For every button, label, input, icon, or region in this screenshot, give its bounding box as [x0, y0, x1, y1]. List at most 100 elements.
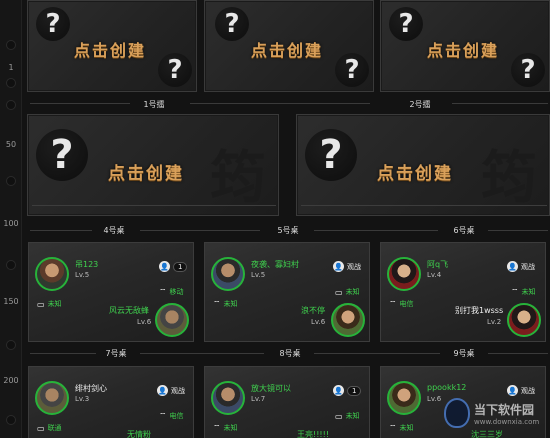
player-name: 王亮!!!!! — [297, 430, 330, 438]
game-table[interactable]: 阿q飞 Lv.4 👤 观战 ⌔ 电信 ⌔ 未知 别打我1wsss Lv.2 — [380, 242, 546, 342]
network-label: 未知 — [47, 300, 62, 308]
ruler-dot — [6, 176, 16, 186]
divider — [314, 230, 438, 231]
game-table[interactable]: 绯村剑心 Lv.3 👤 观战 ▭ 联通 ⌔ 电信 无情粉 — [28, 366, 194, 438]
player-level: Lv.5 — [251, 271, 266, 279]
spectator-count: 1 — [347, 385, 362, 396]
wifi-icon: ⌔ — [213, 299, 221, 308]
table-name: 7号桌 — [105, 349, 127, 358]
create-table-slot[interactable]: ? 点击创建 ? — [380, 0, 550, 92]
monitor-icon: ▭ — [37, 299, 45, 309]
divider — [488, 353, 548, 354]
question-icon: ? — [511, 53, 545, 87]
watermark-url: www.downxia.com — [474, 417, 540, 426]
divider — [30, 103, 130, 104]
question-icon: ? — [335, 53, 369, 87]
network-status: ▭ 未知 — [37, 299, 62, 309]
question-icon: ? — [36, 7, 70, 41]
ruler-label: 100 — [3, 219, 19, 228]
player-avatar[interactable] — [387, 381, 421, 415]
game-table[interactable]: 吊123 Lv.5 👤 1 ▭ 未知 ⌔ 移动 风云无敌蜂 Lv.6 — [28, 242, 194, 342]
wifi-icon: ⌔ — [159, 411, 167, 420]
player-avatar[interactable] — [155, 303, 189, 337]
player-level: Lv.6 — [137, 318, 152, 326]
player-avatar[interactable] — [387, 257, 421, 291]
player-avatar[interactable] — [507, 303, 541, 337]
divider — [30, 230, 92, 231]
game-table[interactable]: 放大镜可以 Lv.7 👤 1 ⌔ 未知 ▭ 未知 王亮!!!!! — [204, 366, 370, 438]
player-name: 沈三三岁 — [471, 430, 503, 438]
question-icon: ? — [158, 53, 192, 87]
table-name: 5号桌 — [277, 226, 299, 235]
player-avatar[interactable] — [35, 257, 69, 291]
spectate-label: 观战 — [521, 386, 535, 395]
network-label: 未知 — [223, 300, 238, 308]
player-level: Lv.4 — [427, 271, 442, 279]
ruler-label: 1 — [8, 63, 14, 72]
player-avatar[interactable] — [211, 257, 245, 291]
player-name: 浪不停 — [301, 306, 325, 315]
shield-logo-icon — [444, 398, 470, 428]
ruler-label: 200 — [3, 376, 19, 385]
player-avatar[interactable] — [211, 381, 245, 415]
network-status: ⌔ 电信 — [389, 299, 414, 309]
watermark-glyph: 筠 — [210, 145, 266, 211]
player-name: 绯村剑心 — [75, 384, 107, 393]
player-level: Lv.5 — [75, 271, 90, 279]
question-icon: ? — [36, 129, 88, 181]
network-status: ▭ 联通 — [37, 423, 62, 433]
spectate-label: 观战 — [171, 386, 185, 395]
network-label: 电信 — [399, 300, 414, 308]
divider — [301, 205, 547, 206]
table-name: 2号擂 — [409, 100, 431, 109]
spectate-badge[interactable]: 👤 观战 — [507, 384, 535, 397]
network-label: 移动 — [169, 288, 184, 296]
wifi-icon: ⌔ — [389, 299, 397, 308]
spectate-badge[interactable]: 👤 观战 — [333, 260, 361, 273]
ruler-label: 50 — [5, 140, 17, 149]
table-name: 8号桌 — [279, 349, 301, 358]
create-table-slot[interactable]: ? 点击创建 筠 — [296, 114, 550, 216]
player-name: 别打我1wsss — [455, 306, 504, 315]
network-status: ⌔ 未知 — [511, 287, 536, 297]
player-avatar[interactable] — [331, 303, 365, 337]
wifi-icon: ⌔ — [511, 287, 519, 296]
create-table-slot[interactable]: ? 点击创建 ? — [27, 0, 197, 92]
player-name: 无情粉 — [127, 430, 151, 438]
create-table-slot[interactable]: ? 点击创建 筠 — [27, 114, 279, 216]
spectate-badge[interactable]: 👤 观战 — [507, 260, 535, 273]
ruler-dot — [6, 260, 16, 270]
row-ruler: 1 50 100 150 200 — [0, 0, 22, 438]
player-level: Lv.7 — [251, 395, 266, 403]
player-name: ppookk12 — [427, 383, 467, 392]
monitor-icon: ▭ — [335, 411, 343, 421]
network-label: 电信 — [169, 412, 184, 420]
watermark-glyph: 筠 — [481, 145, 537, 211]
divider — [452, 103, 548, 104]
divider — [140, 230, 260, 231]
network-status: ⌔ 电信 — [159, 411, 184, 421]
question-icon: ? — [389, 7, 423, 41]
wifi-icon: ⌔ — [159, 287, 167, 296]
spectate-badge[interactable]: 👤 1 — [159, 260, 188, 273]
network-label: 未知 — [399, 424, 414, 432]
player-name: 放大镜可以 — [251, 384, 291, 393]
create-table-slot[interactable]: ? 点击创建 ? — [204, 0, 374, 92]
create-label: 点击创建 — [108, 164, 184, 184]
spectate-badge[interactable]: 👤 1 — [333, 384, 362, 397]
spectate-badge[interactable]: 👤 观战 — [157, 384, 185, 397]
ruler-label: 150 — [3, 297, 19, 306]
player-name: 阿q飞 — [427, 260, 449, 269]
watermark-title: 当下软件园 — [474, 402, 535, 417]
create-label: 点击创建 — [251, 41, 324, 60]
spectate-label: 观战 — [521, 262, 535, 271]
network-status: ⌔ 未知 — [389, 423, 414, 433]
player-avatar[interactable] — [35, 381, 69, 415]
game-table[interactable]: 夜袭、寡妇村 Lv.5 👤 观战 ⌔ 未知 ▭ 未知 浪不停 Lv.6 — [204, 242, 370, 342]
network-label: 联通 — [47, 424, 62, 432]
create-label: 点击创建 — [74, 41, 147, 60]
network-status: ⌔ 移动 — [159, 287, 184, 297]
spectate-label: 观战 — [347, 262, 361, 271]
table-name: 9号桌 — [453, 349, 475, 358]
network-status: ▭ 未知 — [335, 411, 360, 421]
